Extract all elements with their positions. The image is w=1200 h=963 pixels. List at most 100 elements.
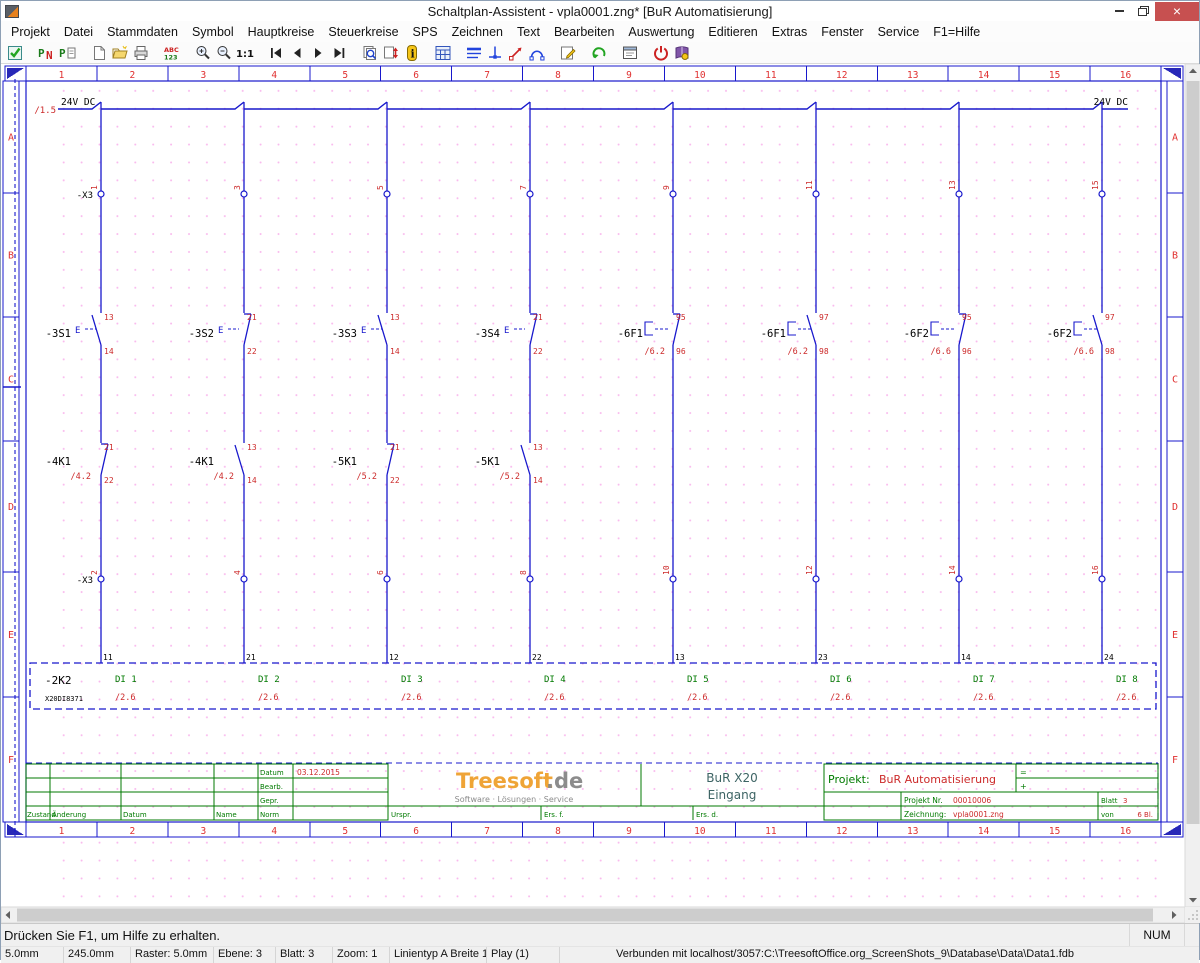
toolbar-group — [557, 43, 578, 62]
menu-sps[interactable]: SPS — [406, 23, 445, 41]
sheet-sort-icon[interactable] — [380, 43, 401, 62]
menu-zeichnen[interactable]: Zeichnen — [445, 23, 510, 41]
svg-text:95: 95 — [676, 313, 686, 322]
zoom-out-icon[interactable] — [213, 43, 234, 62]
svg-text:12: 12 — [389, 653, 399, 662]
sheet-find-icon[interactable] — [359, 43, 380, 62]
svg-text:B: B — [8, 251, 14, 262]
svg-text:P: P — [38, 47, 45, 60]
svg-text:8: 8 — [519, 570, 528, 575]
status-field-0: 5.0mm — [1, 947, 64, 963]
abc-123-icon[interactable]: ABC123 — [161, 43, 182, 62]
menu-service[interactable]: Service — [871, 23, 927, 41]
drawing-canvas[interactable]: 1234567891011121314151612345678910111213… — [1, 64, 1200, 923]
svg-text:24: 24 — [1104, 653, 1114, 662]
help-icon[interactable] — [671, 43, 692, 62]
nav-last-icon[interactable] — [328, 43, 349, 62]
potential-lines-icon[interactable] — [463, 43, 484, 62]
menu-bearbeiten[interactable]: Bearbeiten — [547, 23, 621, 41]
info-icon[interactable]: i — [401, 43, 422, 62]
menu-symbol[interactable]: Symbol — [185, 23, 241, 41]
toolbar-group — [619, 43, 640, 62]
print-icon[interactable] — [130, 43, 151, 62]
nav-next-icon[interactable] — [307, 43, 328, 62]
wire-arc-icon[interactable] — [526, 43, 547, 62]
menu-projekt[interactable]: Projekt — [4, 23, 57, 41]
horizontal-scrollbar-thumb[interactable] — [17, 909, 1153, 922]
svg-text:Projekt Nr.: Projekt Nr. — [904, 796, 943, 805]
svg-text:9: 9 — [662, 185, 671, 190]
menu-editieren[interactable]: Editieren — [701, 23, 764, 41]
menu-steuerkreise[interactable]: Steuerkreise — [321, 23, 405, 41]
menu-stammdaten[interactable]: Stammdaten — [100, 23, 185, 41]
svg-text:-4K1: -4K1 — [189, 456, 214, 468]
zoom-in-icon[interactable] — [192, 43, 213, 62]
svg-text:/6.6: /6.6 — [1074, 347, 1094, 357]
pn-icon[interactable]: PN — [36, 43, 57, 62]
svg-text:N: N — [46, 49, 53, 62]
svg-text:DI 8: DI 8 — [1116, 675, 1138, 685]
window-props-icon[interactable] — [619, 43, 640, 62]
toolbar-group: 1:1 — [192, 43, 255, 62]
p-sheet-icon[interactable]: P — [57, 43, 78, 62]
confirm-icon[interactable] — [5, 43, 26, 62]
sheet-edit-icon[interactable] — [557, 43, 578, 62]
svg-text:Projekt:: Projekt: — [828, 773, 870, 786]
move-node-icon[interactable] — [505, 43, 526, 62]
status-field-2: Raster: 5.0mm — [131, 947, 214, 963]
close-button[interactable]: × — [1155, 2, 1199, 21]
menu-hauptkreise[interactable]: Hauptkreise — [241, 23, 322, 41]
svg-text:16: 16 — [1120, 70, 1132, 81]
minimize-button[interactable] — [1107, 2, 1131, 21]
svg-text:2: 2 — [130, 826, 136, 837]
status-field-7: Play (1) — [487, 947, 560, 963]
svg-text:3: 3 — [200, 70, 206, 81]
svg-text:/2.6: /2.6 — [115, 693, 135, 703]
status-bar: Drücken Sie F1, um Hilfe zu erhalten. NU… — [1, 923, 1199, 946]
undo-icon[interactable] — [588, 43, 609, 62]
junction-icon[interactable] — [484, 43, 505, 62]
svg-text:6: 6 — [413, 826, 419, 837]
open-icon[interactable] — [109, 43, 130, 62]
menu-f1-hilfe[interactable]: F1=Hilfe — [926, 23, 987, 41]
nav-prev-icon[interactable] — [286, 43, 307, 62]
svg-text:95: 95 — [962, 313, 972, 322]
svg-text:/2.6: /2.6 — [544, 693, 564, 703]
svg-text:21: 21 — [104, 443, 114, 452]
svg-text:C: C — [1172, 375, 1178, 386]
svg-text:/6.2: /6.2 — [645, 347, 665, 357]
svg-text:E: E — [504, 326, 509, 336]
maximize-button[interactable] — [1131, 2, 1155, 21]
svg-text:22: 22 — [104, 476, 114, 485]
svg-text:-6F2: -6F2 — [904, 328, 929, 340]
svg-text:-4K1: -4K1 — [46, 456, 71, 468]
menu-datei[interactable]: Datei — [57, 23, 100, 41]
svg-text:/2.6: /2.6 — [687, 693, 707, 703]
toolbar-group: PNP — [36, 43, 78, 62]
zoom-1to1-icon[interactable]: 1:1 — [234, 43, 255, 62]
svg-text:DI 3: DI 3 — [401, 675, 423, 685]
svg-text:4: 4 — [271, 70, 277, 81]
svg-text:7: 7 — [519, 185, 528, 190]
svg-text:13: 13 — [948, 180, 957, 190]
svg-text:10: 10 — [662, 565, 671, 575]
svg-text:Zeichnung:: Zeichnung: — [904, 810, 946, 819]
nav-first-icon[interactable] — [265, 43, 286, 62]
vertical-scrollbar-thumb[interactable] — [1187, 81, 1200, 824]
menu-auswertung[interactable]: Auswertung — [621, 23, 701, 41]
svg-text:6 Bl.: 6 Bl. — [1137, 811, 1153, 819]
power-icon[interactable] — [650, 43, 671, 62]
schematic-svg[interactable]: 1234567891011121314151612345678910111213… — [1, 64, 1200, 923]
calculator-icon[interactable] — [432, 43, 453, 62]
menu-fenster[interactable]: Fenster — [814, 23, 870, 41]
svg-text:14: 14 — [961, 653, 971, 662]
svg-text:2: 2 — [90, 570, 99, 575]
menu-text[interactable]: Text — [510, 23, 547, 41]
status-bar-fields: 5.0mm245.0mmRaster: 5.0mmEbene: 3Blatt: … — [1, 946, 1199, 963]
svg-text:03.12.2015: 03.12.2015 — [297, 768, 340, 777]
menu-extras[interactable]: Extras — [765, 23, 814, 41]
svg-text:-5K1: -5K1 — [332, 456, 357, 468]
svg-text:5: 5 — [376, 185, 385, 190]
new-document-icon[interactable] — [88, 43, 109, 62]
svg-text:5: 5 — [342, 826, 348, 837]
